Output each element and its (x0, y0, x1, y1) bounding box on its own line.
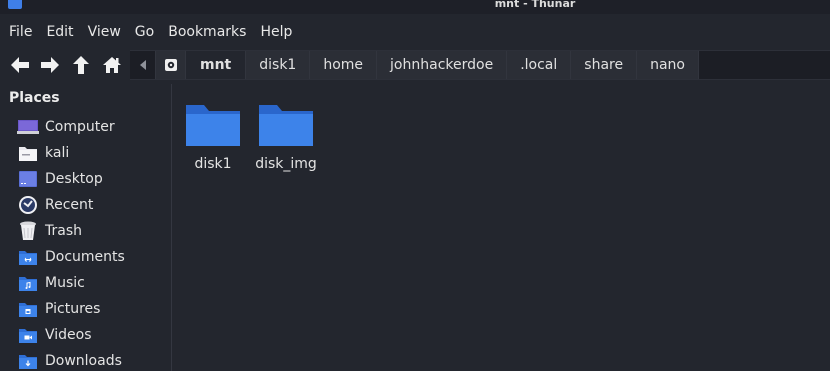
path-bar: mnt disk1 home johnhackerdoe .local shar… (130, 50, 830, 80)
arrow-up-icon (73, 56, 89, 74)
path-crumb-local[interactable]: .local (507, 51, 572, 79)
documents-folder-icon (17, 246, 39, 268)
home-icon (103, 57, 121, 73)
menu-file[interactable]: File (9, 20, 32, 44)
videos-folder-icon (17, 324, 39, 346)
file-view[interactable]: disk1 disk_img (173, 84, 830, 371)
sidebar-item-label: Documents (45, 249, 125, 265)
folder-icon (186, 105, 240, 146)
path-crumb-johnhackerdoe[interactable]: johnhackerdoe (377, 51, 508, 79)
menu-bar: File Edit View Go Bookmarks Help (0, 20, 306, 44)
sidebar-item-label: Downloads (45, 353, 122, 369)
drive-icon (164, 59, 177, 71)
sidebar-item-label: Trash (45, 223, 82, 239)
sidebar-item-kali[interactable]: kali (17, 140, 167, 166)
sidebar-item-videos[interactable]: Videos (17, 322, 167, 348)
menu-bookmarks[interactable]: Bookmarks (168, 20, 246, 44)
sidebar-item-documents[interactable]: Documents (17, 244, 167, 270)
path-crumb-nano[interactable]: nano (637, 51, 699, 79)
sidebar-item-pictures[interactable]: Pictures (17, 296, 167, 322)
title-bar: mnt - Thunar (0, 0, 830, 14)
folder-icon (259, 105, 313, 146)
file-item-disk-img[interactable]: disk_img (251, 102, 321, 172)
pictures-folder-icon (17, 298, 39, 320)
computer-icon (17, 116, 39, 138)
menu-edit[interactable]: Edit (46, 20, 73, 44)
path-root-drive-button[interactable] (156, 51, 186, 79)
recent-icon (17, 194, 39, 216)
trash-icon (17, 220, 39, 242)
sidebar: Places Computer kali Desktop Recent Tras… (0, 84, 172, 371)
arrow-left-icon (11, 57, 29, 73)
arrow-right-icon (41, 57, 59, 73)
file-name: disk1 (194, 156, 232, 172)
menu-view[interactable]: View (88, 20, 121, 44)
menu-go[interactable]: Go (135, 20, 154, 44)
up-button[interactable] (69, 53, 93, 77)
home-button[interactable] (100, 53, 124, 77)
path-crumb-disk1[interactable]: disk1 (246, 51, 311, 79)
sidebar-item-downloads[interactable]: Downloads (17, 348, 167, 371)
path-crumb-home[interactable]: home (310, 51, 378, 79)
sidebar-item-label: Pictures (45, 301, 101, 317)
downloads-folder-icon (17, 350, 39, 371)
sidebar-item-recent[interactable]: Recent (17, 192, 167, 218)
sidebar-item-label: Desktop (45, 171, 103, 187)
file-name: disk_img (255, 156, 317, 172)
sidebar-item-desktop[interactable]: Desktop (17, 166, 167, 192)
sidebar-item-computer[interactable]: Computer (17, 114, 167, 140)
chevron-left-icon (139, 60, 146, 70)
sidebar-item-label: Music (45, 275, 85, 291)
path-crumb-mnt[interactable]: mnt (186, 51, 247, 79)
path-scroll-left-button[interactable] (130, 51, 156, 79)
forward-button[interactable] (38, 53, 62, 77)
sidebar-item-trash[interactable]: Trash (17, 218, 167, 244)
desktop-icon (17, 168, 39, 190)
menu-help[interactable]: Help (260, 20, 292, 44)
music-folder-icon (17, 272, 39, 294)
path-crumb-share[interactable]: share (571, 51, 638, 79)
window-title: mnt - Thunar (494, 0, 576, 10)
file-item-disk1[interactable]: disk1 (178, 102, 248, 172)
sidebar-item-label: Computer (45, 119, 115, 135)
toolbar: mnt disk1 home johnhackerdoe .local shar… (0, 48, 830, 82)
sidebar-item-label: kali (45, 145, 70, 161)
sidebar-heading-places: Places (9, 90, 60, 106)
back-button[interactable] (8, 53, 32, 77)
sidebar-item-label: Videos (45, 327, 92, 343)
sidebar-item-music[interactable]: Music (17, 270, 167, 296)
home-folder-icon (17, 142, 39, 164)
sidebar-item-label: Recent (45, 197, 94, 213)
